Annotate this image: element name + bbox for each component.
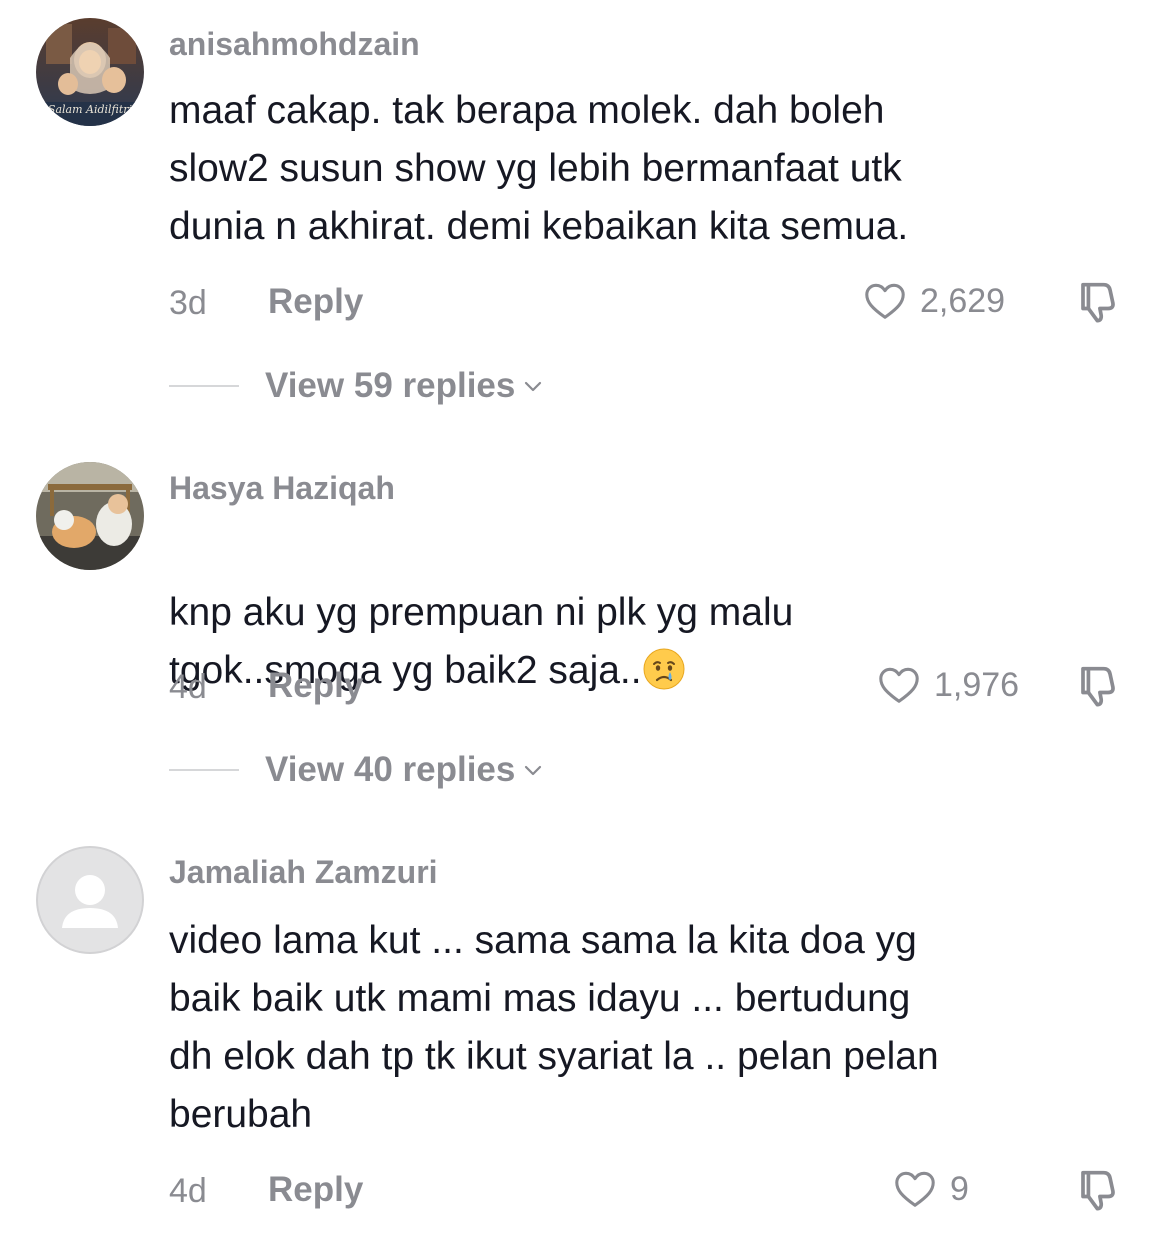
view-replies-button[interactable]: View 59 replies [265, 366, 545, 406]
view-replies-button[interactable]: View 40 replies [265, 750, 545, 790]
comment-text-body: knp aku yg prempuan ni plk yg malu tgok.… [169, 591, 794, 692]
thumbs-down-icon[interactable] [1070, 660, 1122, 712]
comment-username[interactable]: Jamaliah Zamzuri [169, 854, 438, 891]
avatar-photo [36, 462, 144, 570]
avatar-caption: Salam Aidilfitri [48, 103, 132, 116]
avatar-photo: Salam Aidilfitri [36, 18, 144, 126]
avatar[interactable] [36, 846, 144, 954]
like-button[interactable]: 1,976 [876, 662, 1019, 708]
crying-face-emoji [643, 648, 685, 690]
avatar[interactable]: Salam Aidilfitri [36, 18, 144, 126]
comment-age: 4d [169, 1172, 207, 1210]
chevron-down-icon [525, 381, 542, 392]
comment-username[interactable]: anisahmohdzain [169, 26, 420, 63]
like-count: 2,629 [920, 281, 1006, 320]
chevron-down-icon [525, 765, 542, 776]
view-replies-label: View 59 replies [265, 366, 516, 405]
comment-username[interactable]: Hasya Haziqah [169, 470, 395, 507]
comment-age: 3d [169, 284, 207, 322]
reply-button[interactable]: Reply [268, 666, 363, 706]
replies-divider [169, 769, 239, 771]
comment-text: video lama kut ... sama sama la kita doa… [169, 919, 939, 1136]
thumbs-down-icon[interactable] [1070, 276, 1122, 328]
heart-outline-icon [879, 667, 919, 703]
like-button[interactable]: 9 [892, 1166, 969, 1212]
view-replies-label: View 40 replies [265, 750, 516, 789]
reply-button[interactable]: Reply [268, 1170, 363, 1210]
view-replies-row: View 40 replies [169, 750, 545, 790]
comment-age: 4d [169, 668, 207, 706]
like-button[interactable]: 2,629 [862, 278, 1005, 324]
heart-outline-icon [865, 283, 905, 319]
reply-button[interactable]: Reply [268, 282, 363, 322]
heart-outline-icon [895, 1171, 935, 1207]
comments-list: Salam Aidilfitri anisahmohdzain maaf cak… [0, 0, 1169, 1242]
comment-text: maaf cakap. tak berapa molek. dah boleh … [169, 89, 909, 248]
avatar[interactable] [36, 462, 144, 570]
thumbs-down-icon[interactable] [1070, 1164, 1122, 1216]
like-count: 9 [950, 1169, 969, 1208]
view-replies-row: View 59 replies [169, 366, 545, 406]
default-avatar-icon [36, 846, 144, 954]
replies-divider [169, 385, 239, 387]
like-count: 1,976 [934, 665, 1020, 704]
